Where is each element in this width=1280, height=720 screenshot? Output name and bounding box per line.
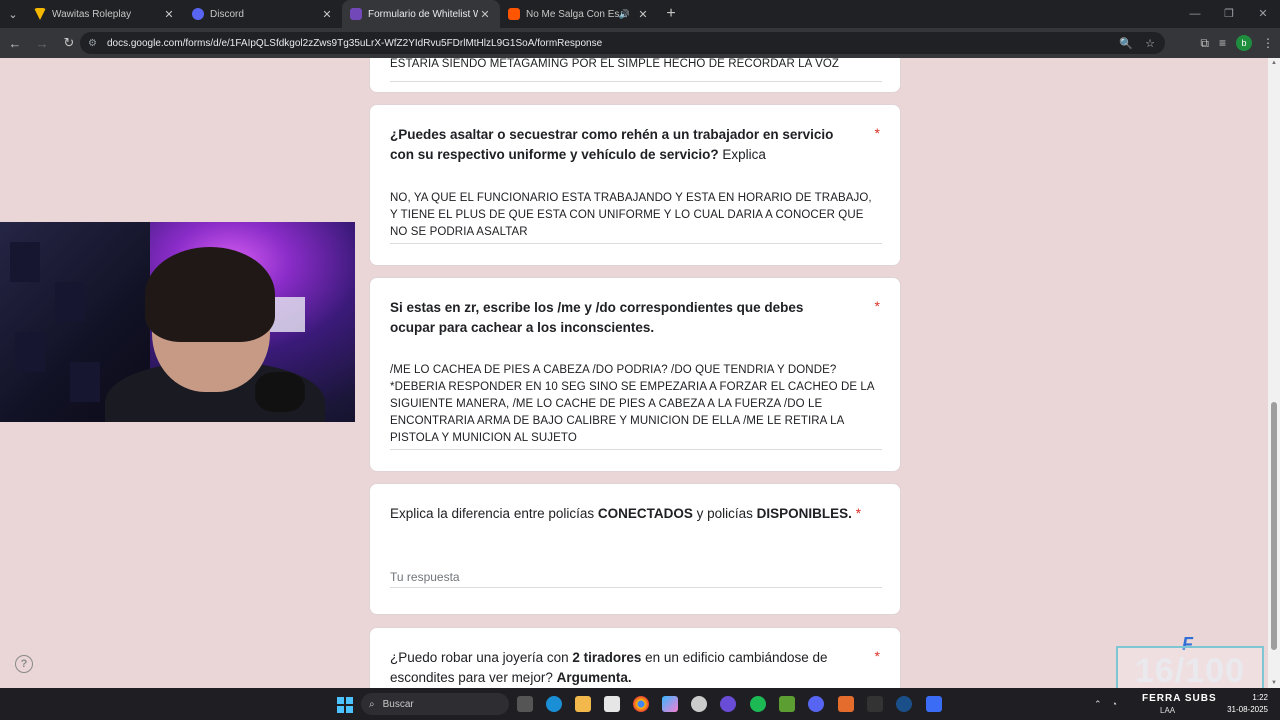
question-title: ¿Puedes asaltar o secuestrar como rehén … <box>390 127 834 162</box>
copilot-icon[interactable] <box>662 696 678 712</box>
tab-strip: ⌄ Wawitas Roleplay ✕ Discord ✕ Formulari… <box>0 0 1280 28</box>
scroll-down-icon[interactable]: ▼ <box>1270 680 1278 686</box>
steam-icon[interactable] <box>896 696 912 712</box>
chrome-icon[interactable] <box>633 696 649 712</box>
required-asterisk: * <box>874 125 880 141</box>
app-icon[interactable] <box>720 696 736 712</box>
zoom-icon[interactable]: 🔍 <box>1119 37 1133 50</box>
epic-games-icon[interactable] <box>867 696 883 712</box>
microphone <box>255 372 305 412</box>
browser-toolbar: ← → ↻ ⚙ docs.google.com/forms/d/e/1FAIpQ… <box>0 28 1280 58</box>
foam-tile <box>15 332 45 372</box>
foam-tile <box>70 362 100 402</box>
person-hair <box>145 247 275 342</box>
sub-count: 16/100 <box>1135 652 1245 690</box>
address-bar[interactable]: ⚙ docs.google.com/forms/d/e/1FAIpQLSfdkg… <box>80 32 1165 54</box>
launcher-icon[interactable] <box>838 696 854 712</box>
edge-icon[interactable] <box>546 696 562 712</box>
reload-icon[interactable]: ↻ <box>57 31 81 55</box>
brand-text: FERRA SUBS <box>1142 693 1217 704</box>
tab-discord[interactable]: Discord ✕ <box>184 0 342 28</box>
forward-icon[interactable]: → <box>30 31 54 55</box>
clock-date: 31-08-2025 <box>1227 705 1268 714</box>
tab-title: Formulario de Whitelist WAWITAS <box>368 8 478 20</box>
foam-tile <box>55 282 85 322</box>
wawitas-favicon-icon <box>34 8 46 20</box>
question-card-frisk-unconscious: Si estas en zr, escribe los /me y /do co… <box>369 277 901 472</box>
question-title: Si estas en zr, escribe los /me y /do co… <box>390 300 804 335</box>
back-icon[interactable]: ← <box>3 31 27 55</box>
help-icon[interactable]: ? <box>15 655 33 673</box>
question-card-jewelry-robbery: ¿Puedo robar una joyería con 2 tiradores… <box>369 627 901 688</box>
answer-text[interactable]: /ME LO CACHEA DE PIES A CABEZA /DO PODRI… <box>390 362 882 450</box>
close-icon[interactable]: ✕ <box>320 8 334 21</box>
speaker-icon[interactable]: 🔊 <box>619 9 630 20</box>
webcam-overlay <box>0 222 355 422</box>
profile-avatar[interactable]: b <box>1236 35 1252 51</box>
required-asterisk: * <box>874 298 880 314</box>
bookmark-star-icon[interactable]: ☆ <box>1145 37 1155 50</box>
spotify-icon[interactable] <box>750 696 766 712</box>
forms-favicon-icon <box>350 8 362 20</box>
task-view-icon[interactable] <box>517 696 533 712</box>
question-title: Explica la diferencia entre policías CON… <box>390 506 861 521</box>
wifi-icon[interactable]: ◔ <box>1112 699 1117 709</box>
menu-icon[interactable]: ⋮ <box>1262 36 1274 50</box>
close-icon[interactable]: ✕ <box>478 8 492 21</box>
question-card-assault-worker: ¿Puedes asaltar o secuestrar como rehén … <box>369 104 901 266</box>
minecraft-icon[interactable] <box>779 696 795 712</box>
foam-tile <box>10 242 40 282</box>
close-icon[interactable]: ✕ <box>162 8 176 21</box>
language-indicator[interactable]: LAA <box>1160 706 1175 715</box>
maximize-icon[interactable]: ❐ <box>1212 0 1246 28</box>
search-placeholder: Buscar <box>382 698 414 710</box>
tab-wawitas[interactable]: Wawitas Roleplay ✕ <box>26 0 184 28</box>
scroll-thumb[interactable] <box>1271 402 1277 650</box>
windows-start-icon[interactable] <box>337 697 353 713</box>
new-tab-button[interactable]: + <box>658 5 684 23</box>
page-scrollbar[interactable]: ▲ ▼ <box>1268 58 1280 688</box>
window-controls: — ❐ ✕ <box>1178 0 1280 28</box>
answer-input[interactable]: Tu respuesta <box>390 570 882 588</box>
question-title: ¿Puedo robar una joyería con 2 tiradores… <box>390 650 828 685</box>
question-card-police-difference: Explica la diferencia entre policías CON… <box>369 483 901 615</box>
answer-text[interactable]: ESTARIA SIENDO METAGAMING POR EL SIMPLE … <box>390 58 882 82</box>
site-info-icon[interactable]: ⚙ <box>88 38 97 49</box>
search-icon: ⌕ <box>369 698 375 710</box>
soundcloud-favicon-icon <box>508 8 520 20</box>
close-icon[interactable]: ✕ <box>636 8 650 21</box>
url-text: docs.google.com/forms/d/e/1FAIpQLSfdkgol… <box>106 37 603 49</box>
taskbar-search[interactable]: ⌕ Buscar <box>361 693 509 715</box>
question-card-previous: ESTARIA SIENDO METAGAMING POR EL SIMPLE … <box>369 58 901 93</box>
tab-title: Wawitas Roleplay <box>52 8 132 20</box>
tab-search-button[interactable]: ⌄ <box>0 0 26 28</box>
roblox-icon[interactable] <box>926 696 942 712</box>
media-control-icon[interactable]: ≡ <box>1219 36 1226 50</box>
extensions-icon[interactable]: ⧉ <box>1200 36 1209 51</box>
tab-soundcloud[interactable]: No Me Salga Con Esa | Cris 🔊 ✕ <box>500 0 658 28</box>
close-window-icon[interactable]: ✕ <box>1246 0 1280 28</box>
required-asterisk: * <box>874 648 880 664</box>
tab-title: No Me Salga Con Esa | Cris <box>526 8 619 20</box>
discord-icon[interactable] <box>808 696 824 712</box>
tray-chevron-icon[interactable]: ⌃ <box>1094 699 1102 710</box>
minimize-icon[interactable]: — <box>1178 0 1212 28</box>
tab-google-form[interactable]: Formulario de Whitelist WAWITAS ✕ <box>342 0 500 28</box>
store-icon[interactable] <box>604 696 620 712</box>
clock[interactable]: 1:22 31-08-2025 <box>1227 692 1268 716</box>
required-asterisk: * <box>855 506 861 521</box>
scroll-up-icon[interactable]: ▲ <box>1270 60 1278 66</box>
github-icon[interactable] <box>691 696 707 712</box>
file-explorer-icon[interactable] <box>575 696 591 712</box>
tab-title: Discord <box>210 8 244 20</box>
discord-favicon-icon <box>192 8 204 20</box>
system-tray: ⌃ ◔ <box>1094 688 1117 720</box>
clock-time: 1:22 <box>1252 693 1268 702</box>
answer-text[interactable]: NO, YA QUE EL FUNCIONARIO ESTA TRABAJAND… <box>390 190 882 244</box>
